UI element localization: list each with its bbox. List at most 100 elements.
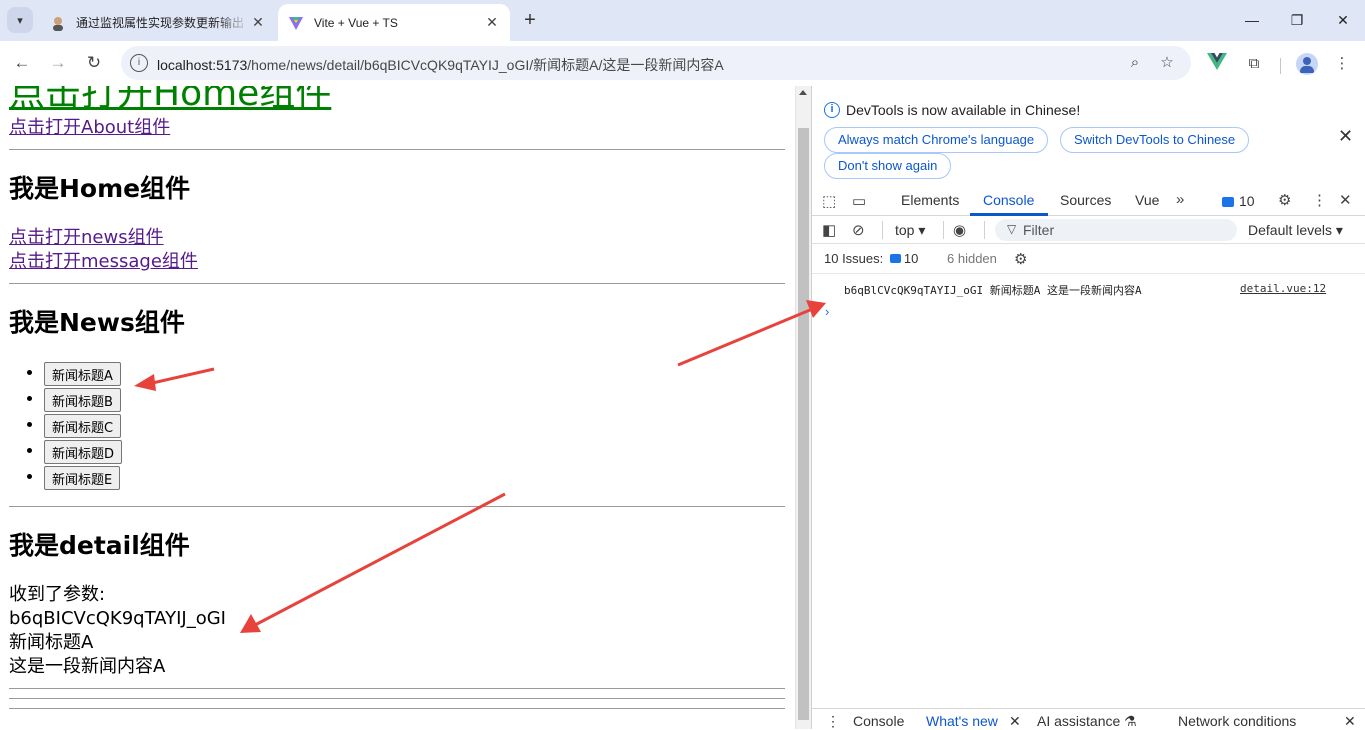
news-button-d[interactable]: 新闻标题D <box>44 439 123 464</box>
separator <box>984 221 985 239</box>
inspect-element-icon[interactable]: ⬚ <box>822 192 836 210</box>
toolbar-separator <box>1280 58 1281 74</box>
list-item: 新闻标题E <box>44 464 785 490</box>
menu-kebab-icon[interactable]: ⋮ <box>1331 53 1353 75</box>
vue-devtools-extension-icon[interactable] <box>1206 53 1228 75</box>
dont-show-again-button[interactable]: Don't show again <box>824 153 952 179</box>
close-window-icon[interactable]: ✕ <box>1331 8 1355 32</box>
more-tabs-chevron-icon[interactable]: » <box>1176 191 1184 208</box>
drawer-tab-network-conditions[interactable]: Network conditions <box>1178 713 1296 729</box>
tab-strip: ▾ 通过监视属性实现参数更新输出 ✕ Vite + Vue + TS ✕ + —… <box>0 0 1365 41</box>
detail-heading: 我是detail组件 <box>9 531 190 560</box>
bookmark-star-icon[interactable]: ☆ <box>1157 53 1177 73</box>
tab-search-chevron-icon[interactable]: ▾ <box>7 7 33 33</box>
url-text[interactable]: localhost:5173/home/news/detail/b6qBICVc… <box>157 55 724 75</box>
news-link[interactable]: 点击打开news组件 <box>9 226 785 250</box>
divider <box>9 149 785 150</box>
tab-vue[interactable]: Vue <box>1135 192 1159 208</box>
issues-bar: 10 Issues: 10 6 hidden ⚙ <box>812 244 1365 274</box>
news-button-e[interactable]: 新闻标题E <box>44 465 121 490</box>
drawer-menu-icon[interactable]: ⋮ <box>826 713 840 730</box>
drawer-tab-console[interactable]: Console <box>853 713 904 729</box>
tab-title: Vite + Vue + TS <box>314 15 398 30</box>
close-drawer-icon[interactable]: ✕ <box>1344 713 1356 730</box>
tab-elements[interactable]: Elements <box>901 192 959 208</box>
context-select[interactable]: top ▾ <box>895 222 925 239</box>
devtools-menu-icon[interactable]: ⋮ <box>1312 191 1327 209</box>
param-id: b6qBICVcQK9qTAYIJ_oGI <box>9 608 226 629</box>
site-info-icon[interactable]: i <box>130 54 148 72</box>
tab-monitor-props[interactable]: 通过监视属性实现参数更新输出 ✕ <box>40 4 276 41</box>
new-tab-plus-icon[interactable]: + <box>518 9 542 33</box>
log-levels-select[interactable]: Default levels ▾ <box>1248 222 1343 239</box>
home-heading: 我是Home组件 <box>9 174 191 203</box>
tab-vite-vue[interactable]: Vite + Vue + TS ✕ <box>278 4 510 41</box>
news-button-c[interactable]: 新闻标题C <box>44 413 122 438</box>
divider <box>9 283 785 284</box>
console-source-link[interactable]: detail.vue:12 <box>1240 282 1326 295</box>
language-infobar: i DevTools is now available in Chinese! … <box>812 86 1365 186</box>
profile-avatar-icon[interactable] <box>1296 53 1318 75</box>
devtools-panel: i DevTools is now available in Chinese! … <box>811 86 1365 729</box>
device-toolbar-icon[interactable]: ▭ <box>852 192 866 210</box>
sidebar-toggle-icon[interactable]: ◧ <box>822 221 836 239</box>
minimize-icon[interactable]: — <box>1240 8 1264 32</box>
separator <box>943 221 944 239</box>
scrollbar-thumb[interactable] <box>798 128 809 720</box>
list-item: 新闻标题B <box>44 386 785 412</box>
tab-sources[interactable]: Sources <box>1060 192 1111 208</box>
close-infobar-icon[interactable]: ✕ <box>1338 126 1353 147</box>
extensions-puzzle-icon[interactable]: ⧉ <box>1243 53 1265 75</box>
home-link[interactable]: 点击打开Home组件 <box>9 86 785 116</box>
message-icon <box>889 254 901 263</box>
list-item: 新闻标题A <box>44 360 785 386</box>
devtools-drawer: ⋮ Console What's new ✕ AI assistance ⚗ N… <box>812 708 1365 729</box>
forward-arrow-icon[interactable]: → <box>44 49 72 77</box>
flask-icon: ⚗ <box>1124 713 1137 729</box>
divider <box>9 708 785 709</box>
address-bar[interactable]: i localhost:5173/home/news/detail/b6qBIC… <box>121 46 1191 80</box>
switch-to-chinese-button[interactable]: Switch DevTools to Chinese <box>1060 127 1250 153</box>
reload-icon[interactable]: ↻ <box>80 49 108 77</box>
separator <box>882 221 883 239</box>
close-tab-icon[interactable]: ✕ <box>250 14 266 31</box>
about-link[interactable]: 点击打开About组件 <box>9 116 785 140</box>
clear-console-icon[interactable]: ⊘ <box>852 221 865 239</box>
tab-console[interactable]: Console <box>983 192 1034 208</box>
close-whats-new-icon[interactable]: ✕ <box>1009 713 1021 730</box>
message-icon <box>1222 197 1234 207</box>
drawer-tab-whats-new[interactable]: What's new <box>926 713 998 729</box>
filter-funnel-icon: ▽ <box>1007 222 1017 236</box>
console-settings-gear-icon[interactable]: ⚙ <box>1014 250 1027 268</box>
page-scrollbar[interactable] <box>795 86 811 729</box>
restore-icon[interactable]: ❐ <box>1285 8 1309 32</box>
console-prompt-chevron-icon[interactable]: › <box>825 304 829 319</box>
back-arrow-icon[interactable]: ← <box>8 49 36 77</box>
divider <box>9 506 785 507</box>
zoom-icon[interactable]: ⌕ <box>1125 53 1145 73</box>
list-item: 新闻标题C <box>44 412 785 438</box>
param-title: 新闻标题A <box>9 632 94 653</box>
settings-gear-icon[interactable]: ⚙ <box>1278 191 1291 209</box>
issues-badge[interactable]: 10 <box>1222 193 1255 209</box>
param-content: 这是一段新闻内容A <box>9 656 166 677</box>
issues-count[interactable]: 10 Issues: 10 <box>824 251 918 266</box>
scroll-up-arrow-icon[interactable] <box>799 90 807 95</box>
tab-title: 通过监视属性实现参数更新输出 <box>76 16 245 30</box>
infobar-text: DevTools is now available in Chinese! <box>846 102 1081 118</box>
drawer-tab-ai-assistance[interactable]: AI assistance ⚗ <box>1037 713 1137 730</box>
always-match-language-button[interactable]: Always match Chrome's language <box>824 127 1049 153</box>
live-expression-eye-icon[interactable]: ◉ <box>953 221 966 239</box>
close-devtools-icon[interactable]: ✕ <box>1339 191 1352 209</box>
info-icon: i <box>824 102 840 118</box>
devtools-tabbar: ⬚ ▭ Elements Console Sources Vue » 10 ⚙ … <box>812 186 1365 216</box>
news-button-a[interactable]: 新闻标题A <box>44 361 121 386</box>
news-button-b[interactable]: 新闻标题B <box>44 387 121 412</box>
close-tab-icon[interactable]: ✕ <box>484 14 500 31</box>
vite-logo-icon <box>288 15 304 31</box>
filter-input[interactable]: ▽ Filter <box>995 219 1237 241</box>
list-item: 新闻标题D <box>44 438 785 464</box>
message-link[interactable]: 点击打开message组件 <box>9 250 785 274</box>
console-log-text: b6qBlCVcQK9qTAYIJ_oGI 新闻标题A 这是一段新闻内容A <box>844 284 1142 297</box>
page-viewport: 点击打开Home组件 点击打开About组件 我是Home组件 点击打开news… <box>0 86 795 729</box>
